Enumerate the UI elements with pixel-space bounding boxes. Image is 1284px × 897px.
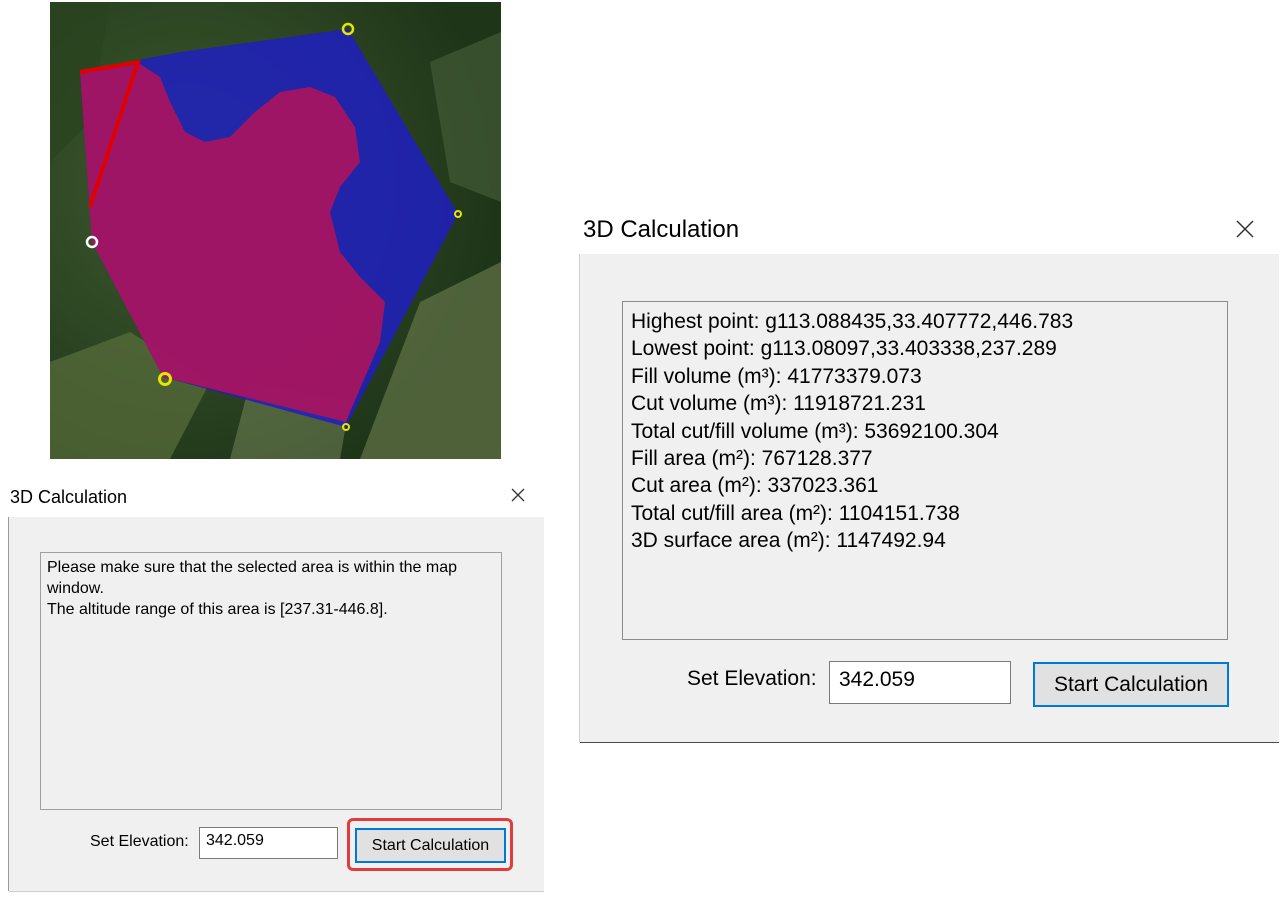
dialog-title: 3D Calculation [583, 216, 740, 243]
close-icon[interactable] [510, 487, 526, 503]
start-calculation-button[interactable]: Start Calculation [1033, 662, 1229, 707]
elevation-input[interactable]: 342.059 [199, 827, 338, 859]
elevation-input[interactable]: 342.059 [829, 661, 1011, 704]
elevation-label: Set Elevation: [687, 667, 817, 690]
close-icon[interactable] [1234, 218, 1256, 240]
map-view[interactable] [50, 2, 501, 459]
result-line: Fill volume (m³): 41773379.073 [631, 364, 922, 388]
start-calculation-button[interactable]: Start Calculation [355, 828, 506, 863]
result-line: Total cut/fill volume (m³): 53692100.304 [631, 419, 999, 443]
map-canvas[interactable] [50, 2, 501, 459]
result-line: 3D surface area (m²): 1147492.94 [631, 529, 946, 553]
elevation-label: Set Elevation: [90, 833, 189, 850]
result-line: Fill area (m²): 767128.377 [631, 447, 873, 471]
message-line: Please make sure that the selected area … [47, 559, 457, 597]
dialog-title: 3D Calculation [10, 487, 128, 507]
result-line: Highest point: g113.088435,33.407772,446… [631, 310, 1074, 333]
message-box: Please make sure that the selected area … [40, 552, 502, 810]
result-line: Total cut/fill area (m²): 1104151.738 [631, 501, 960, 525]
result-line: Cut volume (m³): 11918721.231 [631, 392, 926, 416]
message-line: The altitude range of this area is [237.… [47, 601, 388, 618]
result-line: Lowest point: g113.08097,33.403338,237.2… [631, 337, 1057, 361]
result-line: Cut area (m²): 337023.361 [631, 474, 879, 498]
results-box: Highest point: g113.088435,33.407772,446… [622, 301, 1228, 640]
